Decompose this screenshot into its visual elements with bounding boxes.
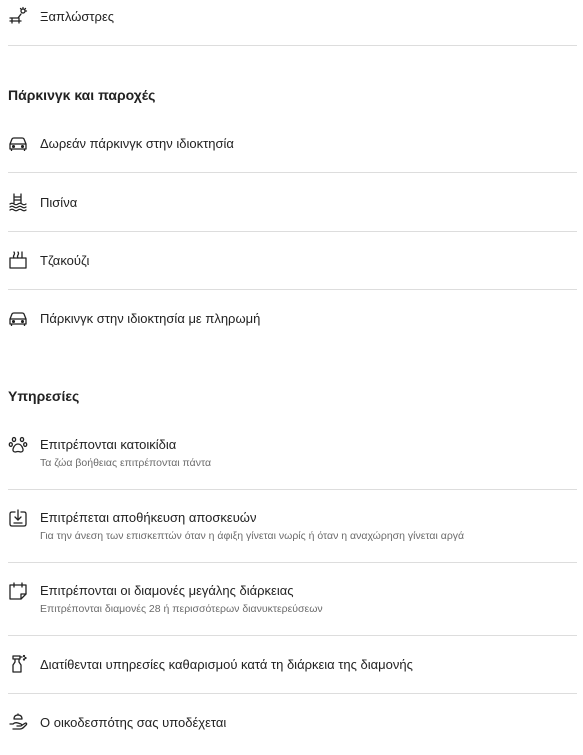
car-icon [8, 133, 28, 153]
service-label: Διατίθενται υπηρεσίες καθαρισμού κατά τη… [40, 657, 413, 672]
service-label: Επιτρέπονται κατοικίδια [40, 437, 177, 452]
calendar-icon [8, 581, 28, 601]
paw-icon [8, 435, 28, 455]
section-heading-parking: Πάρκινγκ και παροχές [8, 87, 156, 103]
service-long-stays: Επιτρέπονται οι διαμονές μεγάλης διάρκει… [8, 580, 577, 616]
amenity-hot-tub: Τζακούζι [8, 250, 577, 272]
amenity-sunbeds: Ξαπλώστρες [8, 6, 577, 28]
divider [8, 45, 577, 46]
service-cleaning: Διατίθενται υπηρεσίες καθαρισμού κατά τη… [8, 654, 577, 676]
luggage-icon [8, 508, 28, 528]
divider [8, 489, 577, 490]
sunbed-icon [8, 6, 28, 26]
divider [8, 172, 577, 173]
divider [8, 693, 577, 694]
service-pets-allowed: Επιτρέπονται κατοικίδια Τα ζώα βοήθειας … [8, 434, 577, 470]
amenity-label: Τζακούζι [40, 253, 90, 268]
divider [8, 562, 577, 563]
hand-icon [8, 712, 28, 732]
amenity-label: Πάρκινγκ στην ιδιοκτησία με πληρωμή [40, 311, 261, 326]
spray-bottle-icon [8, 654, 28, 674]
service-host-greets: Ο οικοδεσπότης σας υποδέχεται [8, 712, 577, 734]
service-label: Επιτρέπονται οι διαμονές μεγάλης διάρκει… [40, 583, 294, 598]
service-sublabel: Για την άνεση των επισκεπτών όταν η άφιξ… [40, 530, 465, 542]
amenity-paid-parking: Πάρκινγκ στην ιδιοκτησία με πληρωμή [8, 308, 577, 330]
service-luggage-storage: Επιτρέπεται αποθήκευση αποσκευών Για την… [8, 507, 577, 543]
hot-tub-icon [8, 250, 28, 270]
amenity-label: Ξαπλώστρες [40, 9, 115, 24]
section-heading-services: Υπηρεσίες [8, 388, 80, 404]
service-label: Ο οικοδεσπότης σας υποδέχεται [40, 715, 227, 730]
amenity-pool: Πισίνα [8, 192, 577, 214]
service-sublabel: Τα ζώα βοήθειας επιτρέπονται πάντα [40, 457, 212, 469]
amenity-label: Πισίνα [40, 195, 78, 210]
pool-icon [8, 192, 28, 212]
divider [8, 289, 577, 290]
car-icon [8, 308, 28, 328]
amenity-label: Δωρεάν πάρκινγκ στην ιδιοκτησία [40, 136, 234, 151]
divider [8, 231, 577, 232]
amenity-free-parking: Δωρεάν πάρκινγκ στην ιδιοκτησία [8, 133, 577, 155]
service-label: Επιτρέπεται αποθήκευση αποσκευών [40, 510, 257, 525]
service-sublabel: Επιτρέπονται διαμονές 28 ή περισσότερων … [40, 603, 323, 615]
divider [8, 635, 577, 636]
